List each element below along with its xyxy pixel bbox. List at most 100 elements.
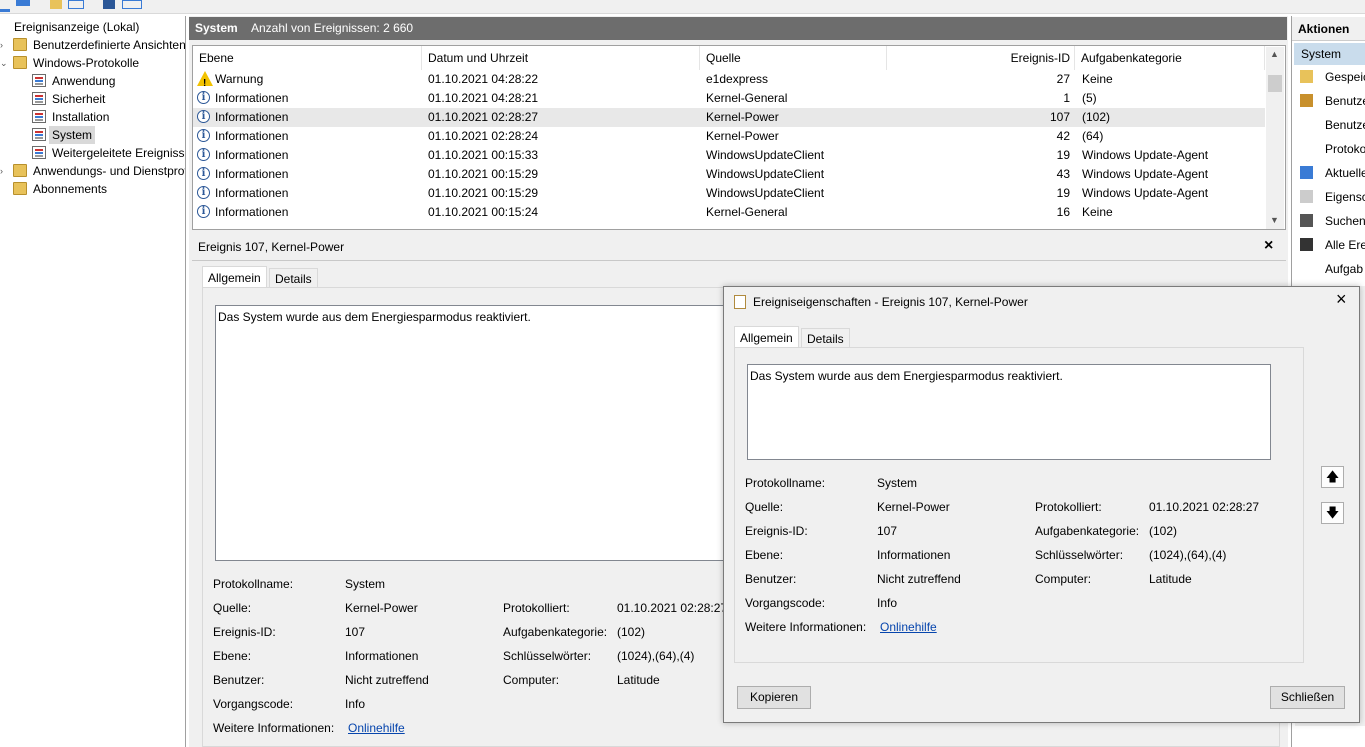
table-row[interactable]: i Informationen 01.10.2021 00:15:24 Kernel-… — [193, 203, 1265, 222]
action-item-protocol[interactable]: Protoko — [1292, 137, 1365, 161]
warning-icon: ! — [197, 71, 213, 89]
scroll-down-icon[interactable]: ▼ — [1270, 215, 1279, 225]
action-item-saved-filter[interactable]: Gespeic — [1292, 65, 1365, 89]
subscriptions-icon — [13, 182, 27, 195]
action-item-task[interactable]: Aufgab — [1292, 257, 1365, 281]
open-folder-icon[interactable] — [50, 0, 62, 9]
tab-general[interactable]: Allgemein — [202, 266, 267, 288]
action-item-custom-view[interactable]: Benutze — [1292, 113, 1365, 137]
close-icon[interactable]: × — [1264, 237, 1273, 255]
table-row[interactable]: ! Warnung 01.10.2021 04:28:22 e1dexpress 27 K… — [193, 70, 1265, 89]
chevron-down-icon[interactable]: ⌄ — [0, 54, 8, 72]
action-label: Suchen — [1325, 214, 1365, 228]
back-icon[interactable] — [0, 0, 10, 12]
tree-item-security[interactable]: Sicherheit — [0, 90, 185, 108]
action-label: Eigensc — [1325, 190, 1365, 204]
tree-item-application[interactable]: Anwendung — [0, 72, 185, 90]
tree-item-windows-logs[interactable]: ⌄ Windows-Protokolle — [0, 54, 185, 72]
dialog-value-event-id: 107 — [877, 524, 898, 538]
next-event-button[interactable]: 🡇 — [1321, 502, 1344, 524]
previous-event-button[interactable]: 🡅 — [1321, 466, 1344, 488]
tree-item-forwarded-events[interactable]: Weitergeleitete Ereignisse — [0, 144, 185, 162]
tree-item-root[interactable]: Ereignisanzeige (Lokal) — [0, 18, 185, 36]
action-item-filter[interactable]: Benutze — [1292, 89, 1365, 113]
tree-item-subscriptions[interactable]: Abonnements — [0, 180, 185, 198]
cell-level: Informationen — [215, 186, 289, 200]
action-item-find[interactable]: Suchen — [1292, 209, 1365, 233]
chevron-right-icon[interactable]: › — [0, 36, 8, 54]
cell-id: 19 — [1056, 148, 1070, 162]
table-row-partial[interactable] — [193, 222, 1265, 229]
forward-icon[interactable] — [16, 0, 30, 6]
dialog-label-user: Benutzer: — [745, 572, 797, 586]
tree-item-label: Weitergeleitete Ereignisse — [52, 146, 186, 160]
label-computer: Computer: — [503, 673, 560, 687]
cell-id: 43 — [1056, 167, 1070, 181]
cell-date: 01.10.2021 00:15:24 — [428, 205, 539, 219]
find-icon — [1300, 214, 1313, 227]
close-icon[interactable]: × — [1336, 289, 1347, 310]
close-button[interactable]: Schließen — [1270, 686, 1345, 709]
tree-item-system[interactable]: System — [0, 126, 185, 144]
column-header-date[interactable]: Datum und Uhrzeit — [422, 46, 700, 70]
actions-section-system[interactable]: System — [1294, 43, 1365, 65]
log-icon — [32, 92, 46, 105]
dialog-label-opcode: Vorgangscode: — [745, 596, 826, 610]
column-header-source[interactable]: Quelle — [700, 46, 887, 70]
show-hide-tree-icon[interactable] — [68, 0, 84, 9]
column-header-event-id[interactable]: Ereignis-ID — [887, 46, 1075, 70]
tree-item-app-service-logs[interactable]: › Anwendungs- und Dienstprotokolle — [0, 162, 185, 180]
label-level: Ebene: — [213, 649, 252, 663]
protocol-icon — [1300, 142, 1313, 155]
table-row[interactable]: i Informationen 01.10.2021 02:28:27 Kernel-… — [193, 108, 1265, 127]
dialog-online-help-link[interactable]: Onlinehilfe — [880, 620, 937, 634]
dialog-label-computer: Computer: — [1035, 572, 1092, 586]
cell-source: Kernel-General — [706, 205, 788, 219]
online-help-link[interactable]: Onlinehilfe — [348, 721, 405, 735]
action-item-save-all[interactable]: Alle Ere — [1292, 233, 1365, 257]
show-hide-actions-icon[interactable] — [122, 0, 142, 9]
dialog-label-task-category: Aufgabenkategorie: — [1035, 524, 1140, 538]
action-item-properties[interactable]: Eigensc — [1292, 185, 1365, 209]
scrollbar-thumb[interactable] — [1268, 75, 1282, 92]
dialog-value-keywords: (1024),(64),(4) — [1149, 548, 1227, 562]
tree-item-custom-views[interactable]: › Benutzerdefinierte Ansichten — [0, 36, 185, 54]
chevron-right-icon[interactable]: › — [0, 162, 8, 180]
scroll-up-icon[interactable]: ▲ — [1270, 49, 1279, 59]
info-icon: i — [197, 148, 210, 161]
action-label: Protoko — [1325, 142, 1365, 156]
tree-item-label: Installation — [52, 110, 110, 124]
dialog-tab-general[interactable]: Allgemein — [734, 326, 799, 348]
dialog-label-level: Ebene: — [745, 548, 784, 562]
column-header-level[interactable]: Ebene — [193, 46, 422, 70]
cell-level: Informationen — [215, 148, 289, 162]
label-event-id: Ereignis-ID: — [213, 625, 276, 639]
dialog-label-logged: Protokolliert: — [1035, 500, 1102, 514]
table-row[interactable]: i Informationen 01.10.2021 00:15:29 Windows… — [193, 184, 1265, 203]
tree-item-label: Benutzerdefinierte Ansichten — [33, 38, 186, 52]
table-row[interactable]: i Informationen 01.10.2021 00:15:29 Windows… — [193, 165, 1265, 184]
tree-item-setup[interactable]: Installation — [0, 108, 185, 126]
value-source: Kernel-Power — [345, 601, 418, 615]
copy-button[interactable]: Kopieren — [737, 686, 811, 709]
cell-category: (64) — [1082, 129, 1104, 143]
event-list-scrollbar[interactable]: ▲ ▼ — [1266, 47, 1284, 229]
folder-icon — [13, 38, 27, 51]
dialog-tab-details[interactable]: Details — [801, 328, 850, 348]
label-task-category: Aufgabenkategorie: — [503, 625, 608, 639]
table-row[interactable]: i Informationen 01.10.2021 00:15:33 Windows… — [193, 146, 1265, 165]
column-header-task-category[interactable]: Aufgabenkategorie — [1075, 46, 1265, 70]
value-level: Informationen — [345, 649, 419, 663]
help-icon[interactable] — [103, 0, 115, 9]
action-item-refresh[interactable]: Aktuelle — [1292, 161, 1365, 185]
cell-id: 107 — [1049, 110, 1070, 124]
saved-filter-icon — [1300, 70, 1313, 83]
cell-level: Informationen — [215, 110, 289, 124]
navigation-tree: Ereignisanzeige (Lokal) › Benutzerdefini… — [0, 16, 186, 747]
cell-date: 01.10.2021 00:15:33 — [428, 148, 539, 162]
table-row[interactable]: i Informationen 01.10.2021 02:28:24 Kernel-… — [193, 127, 1265, 146]
log-icon — [32, 128, 46, 141]
value-keywords: (1024),(64),(4) — [617, 649, 695, 663]
tab-details[interactable]: Details — [269, 268, 318, 288]
table-row[interactable]: i Informationen 01.10.2021 04:28:21 Kernel-… — [193, 89, 1265, 108]
